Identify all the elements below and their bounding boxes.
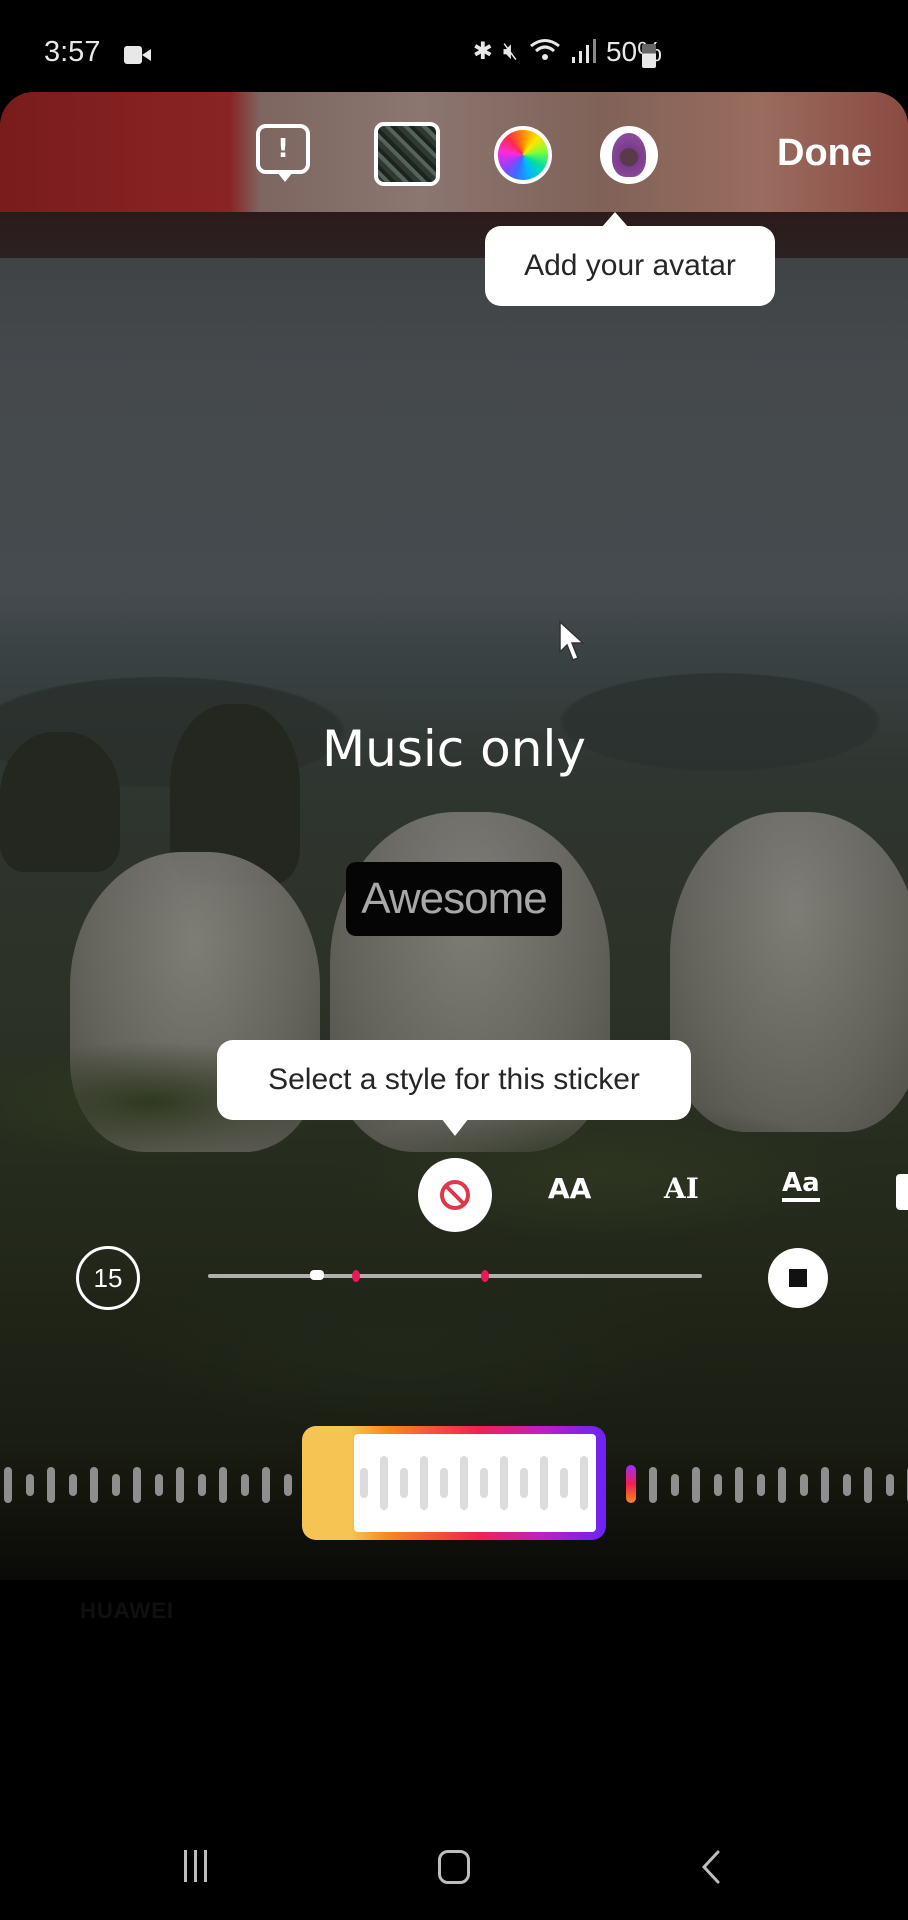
style-underline-button[interactable]: Aa [782,1168,820,1202]
waveform-bar [692,1467,700,1503]
wifi-icon [528,37,562,68]
clip-waveform-bar [520,1468,528,1498]
status-bar: 3:57 ✱ 🔇︎ 50% [0,0,908,96]
signal-icon [571,37,596,68]
waveform-bar [154,1474,163,1496]
back-button[interactable] [700,1850,722,1884]
style-none-button[interactable] [418,1158,492,1232]
clip-waveform-bar [500,1456,508,1510]
waveform-bar [821,1467,829,1503]
recents-button[interactable] [184,1850,207,1882]
scrub-playhead[interactable] [309,1270,324,1280]
clip-edge-indicator [626,1465,636,1503]
waveform-bar [90,1467,98,1503]
clip-waveform-bar [380,1456,388,1510]
clip-waveform-bar [480,1468,488,1498]
waveform-bar [219,1467,227,1503]
avatar-icon [612,133,646,177]
stop-button[interactable] [768,1248,828,1308]
avatar-button[interactable] [600,126,658,184]
status-icons: ✱ 🔇︎ 50% [473,36,662,68]
waveform-bar [649,1467,657,1503]
waveform-bar [885,1474,894,1496]
battery-icon [642,44,656,68]
android-navbar [0,1820,908,1920]
waveform-bar [47,1467,55,1503]
waveform-bar [283,1474,292,1496]
clip-waveform-bar [400,1468,408,1498]
waveform-bar [111,1474,120,1496]
waveform-bar [799,1474,808,1496]
clip-selector[interactable] [302,1426,606,1540]
stop-icon [789,1269,807,1287]
avatar-tooltip: Add your avatar [485,212,775,306]
clip-waveform-bar [460,1456,468,1510]
duration-button[interactable]: 15 [76,1246,140,1310]
watermark: HUAWEI [80,1598,174,1623]
clip-waveform-bar [560,1468,568,1498]
style-typewriter-button[interactable]: AI [664,1172,699,1205]
music-scrub-track[interactable] [208,1270,702,1282]
style-boxed-button[interactable] [896,1174,908,1210]
waveform-bar [756,1474,765,1496]
scrub-marker [480,1270,489,1282]
gallery-thumbnail-button[interactable] [374,122,440,186]
editor-toolbar: ! Done [0,92,908,212]
sticker-style-picker: AA AI Aa [0,1156,908,1236]
clip-waveform-bar [440,1468,448,1498]
music-only-label[interactable]: Music only [0,720,908,778]
clip-waveform-bar [360,1468,368,1498]
style-tooltip: Select a style for this sticker [217,1040,691,1136]
style-classic-button[interactable]: AA [548,1172,591,1205]
color-wheel-button[interactable] [494,126,552,184]
waveform-bar [4,1467,12,1503]
clip-waveform-bar [580,1456,588,1510]
mute-icon: 🔇︎ [502,38,518,65]
waveform-bar [262,1467,270,1503]
no-style-icon [440,1180,470,1210]
done-button[interactable]: Done [777,132,872,175]
background-mountains [0,612,908,812]
waveform-bar [670,1474,679,1496]
waveform-bar [176,1467,184,1503]
story-canvas[interactable]: ! Done Add your avatar Music only Awesom… [0,92,908,1580]
waveform-bar [713,1474,722,1496]
waveform-bar [68,1474,77,1496]
lyrics-sticker[interactable]: Awesome [346,862,562,936]
home-button[interactable] [438,1850,470,1884]
clip-waveform-bar [420,1456,428,1510]
waveform-bar [240,1474,249,1496]
waveform-bar [133,1467,141,1503]
report-icon[interactable]: ! [256,124,310,182]
waveform-bar [778,1467,786,1503]
waveform-bar [197,1474,206,1496]
status-time: 3:57 [44,36,101,68]
waveform-bar [864,1467,872,1503]
video-record-icon [124,46,151,64]
clip-waveform-bar [540,1456,548,1510]
bluetooth-icon: ✱ [472,38,493,65]
clip-selected-region [354,1434,596,1532]
waveform-bar [25,1474,34,1496]
waveform-bar [735,1467,743,1503]
waveform-bar [842,1474,851,1496]
